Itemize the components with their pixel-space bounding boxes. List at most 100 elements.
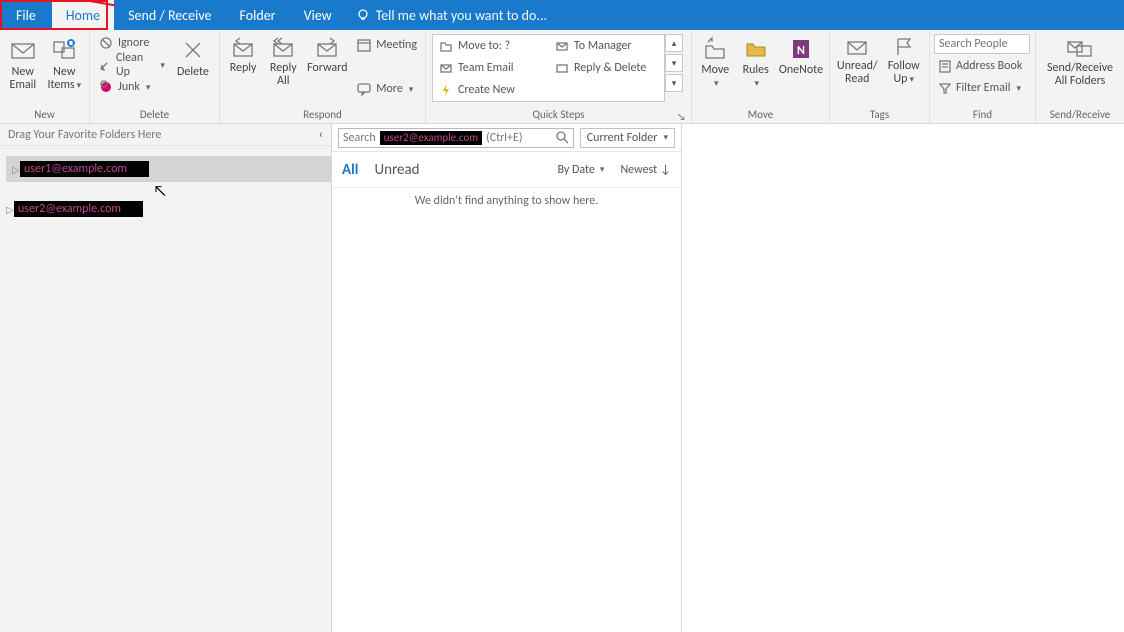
qs-to-manager[interactable]: To Manager xyxy=(549,39,664,53)
send-receive-label: Send/Receive All Folders xyxy=(1047,62,1113,88)
ignore-icon xyxy=(98,35,114,51)
send-receive-icon xyxy=(1065,36,1095,60)
send-receive-all-button[interactable]: Send/Receive All Folders xyxy=(1041,32,1119,88)
group-label-respond: Respond xyxy=(220,107,425,123)
respond-more-button[interactable]: More▾ xyxy=(352,78,421,100)
search-prefix: Search xyxy=(343,131,376,145)
move-label: Move▾ xyxy=(701,64,729,90)
search-people-input[interactable] xyxy=(934,34,1030,54)
account-1-label: user1@example.com xyxy=(20,161,149,177)
qs-scroll-down[interactable]: ▾ xyxy=(665,54,683,72)
junk-button[interactable]: Junk▾ xyxy=(94,76,169,98)
rules-label: Rules▾ xyxy=(743,64,769,90)
qs-expand[interactable]: ▾ xyxy=(665,74,683,92)
cleanup-button[interactable]: Clean Up▾ xyxy=(94,54,169,76)
reply-button[interactable]: Reply xyxy=(224,32,262,75)
meeting-label: Meeting xyxy=(376,38,417,52)
address-book-label: Address Book xyxy=(956,59,1022,73)
mail-arrow-icon xyxy=(555,39,569,53)
rules-button[interactable]: Rules▾ xyxy=(736,32,774,90)
ribbon-tabbar: File Home Send / Receive Folder View Tel… xyxy=(0,0,1124,30)
group-label-tags: Tags xyxy=(830,107,929,123)
collapse-folder-pane[interactable]: ‹ xyxy=(319,127,323,142)
follow-up-button[interactable]: Follow Up▾ xyxy=(882,32,925,86)
onenote-icon: N xyxy=(788,36,814,62)
calendar-icon xyxy=(356,37,372,53)
folder-arrow-icon xyxy=(439,39,453,53)
new-items-button[interactable]: New Items▾ xyxy=(44,32,85,92)
junk-icon xyxy=(98,79,114,95)
forward-label: Forward xyxy=(307,62,347,75)
mail-icon xyxy=(9,36,37,64)
sort-order-toggle[interactable]: Newest ↓ xyxy=(620,163,671,177)
broom-icon xyxy=(98,57,112,73)
unread-read-label: Unread/ Read xyxy=(837,60,878,86)
reply-all-button[interactable]: Reply All xyxy=(264,32,302,88)
lightbulb-icon xyxy=(356,8,370,22)
tab-folder[interactable]: Folder xyxy=(226,0,290,30)
favorites-hint: Drag Your Favorite Folders Here xyxy=(8,128,161,142)
move-button[interactable]: Move▾ xyxy=(696,32,734,90)
delete-label: Delete xyxy=(177,66,209,79)
quick-steps-gallery[interactable]: Move to: ? To Manager Team Email Reply & xyxy=(432,34,665,102)
follow-up-label: Follow Up▾ xyxy=(888,60,920,86)
filter-all[interactable]: All xyxy=(342,161,358,179)
rules-icon xyxy=(743,36,769,62)
group-label-new: New xyxy=(0,107,89,123)
reply-label: Reply xyxy=(230,62,257,75)
qs-move-to[interactable]: Move to: ? xyxy=(433,39,548,53)
filter-email-button[interactable]: Filter Email▾ xyxy=(934,78,1031,98)
new-email-button[interactable]: New Email xyxy=(4,32,42,92)
tab-send-receive[interactable]: Send / Receive xyxy=(114,0,225,30)
lightning-icon xyxy=(439,83,453,97)
quicksteps-launcher[interactable]: ↘ xyxy=(677,110,689,122)
expand-icon: ▷ xyxy=(6,203,14,216)
account-1[interactable]: ▷ user1@example.com xyxy=(6,156,331,182)
new-email-label: New Email xyxy=(9,66,36,92)
arrow-down-icon: ↓ xyxy=(660,163,671,177)
account-2-label: user2@example.com xyxy=(14,201,143,217)
address-book-icon xyxy=(938,59,952,73)
group-label-move: Move xyxy=(692,107,829,123)
qs-scroll-up[interactable]: ▴ xyxy=(665,34,683,52)
sort-by-dropdown[interactable]: By Date▾ xyxy=(557,163,604,177)
search-mailbox-input[interactable]: Search user2@example.com (Ctrl+E) xyxy=(338,128,574,148)
account-2[interactable]: ▷ user2@example.com xyxy=(6,196,331,222)
delete-x-icon xyxy=(179,36,207,64)
delete-button[interactable]: Delete xyxy=(171,32,215,79)
reply-all-label: Reply All xyxy=(270,62,297,88)
search-scope-dropdown[interactable]: Current Folder▾ xyxy=(580,128,675,148)
main-area: Drag Your Favorite Folders Here ‹ ▷ user… xyxy=(0,124,1124,632)
respond-more-label: More xyxy=(376,82,403,96)
tab-file[interactable]: File xyxy=(0,0,52,30)
new-items-icon xyxy=(50,36,78,64)
group-label-delete: Delete xyxy=(90,107,219,123)
ignore-label: Ignore xyxy=(118,36,149,50)
forward-icon xyxy=(314,36,340,60)
new-items-label: New Items▾ xyxy=(47,66,81,92)
address-book-button[interactable]: Address Book xyxy=(934,56,1031,76)
message-list-pane: Search user2@example.com (Ctrl+E) Curren… xyxy=(332,124,682,632)
meeting-button[interactable]: Meeting xyxy=(352,34,421,56)
search-icon xyxy=(556,131,569,144)
onenote-button[interactable]: N OneNote xyxy=(777,32,825,77)
tell-me-label: Tell me what you want to do... xyxy=(376,7,547,24)
junk-label: Junk xyxy=(118,80,140,94)
filter-unread[interactable]: Unread xyxy=(374,161,419,179)
forward-button[interactable]: Forward xyxy=(304,32,350,75)
empty-message: We didn't find anything to show here. xyxy=(332,188,681,208)
flag-icon xyxy=(891,36,917,58)
qs-create-new[interactable]: Create New xyxy=(433,83,548,97)
tell-me-search[interactable]: Tell me what you want to do... xyxy=(346,0,547,30)
search-scope-label: Current Folder xyxy=(587,131,658,145)
tab-view[interactable]: View xyxy=(290,0,346,30)
ribbon: New Email New Items▾ New Ignore Clean Up… xyxy=(0,30,1124,124)
qs-team-email[interactable]: Team Email xyxy=(433,61,548,75)
reply-icon xyxy=(230,36,256,60)
reply-delete-icon xyxy=(555,61,569,75)
unread-read-button[interactable]: Unread/ Read xyxy=(834,32,880,86)
cleanup-label: Clean Up xyxy=(116,51,154,79)
qs-reply-delete[interactable]: Reply & Delete xyxy=(549,61,664,75)
group-label-sendreceive: Send/Receive xyxy=(1036,107,1124,123)
svg-text:N: N xyxy=(797,44,805,58)
